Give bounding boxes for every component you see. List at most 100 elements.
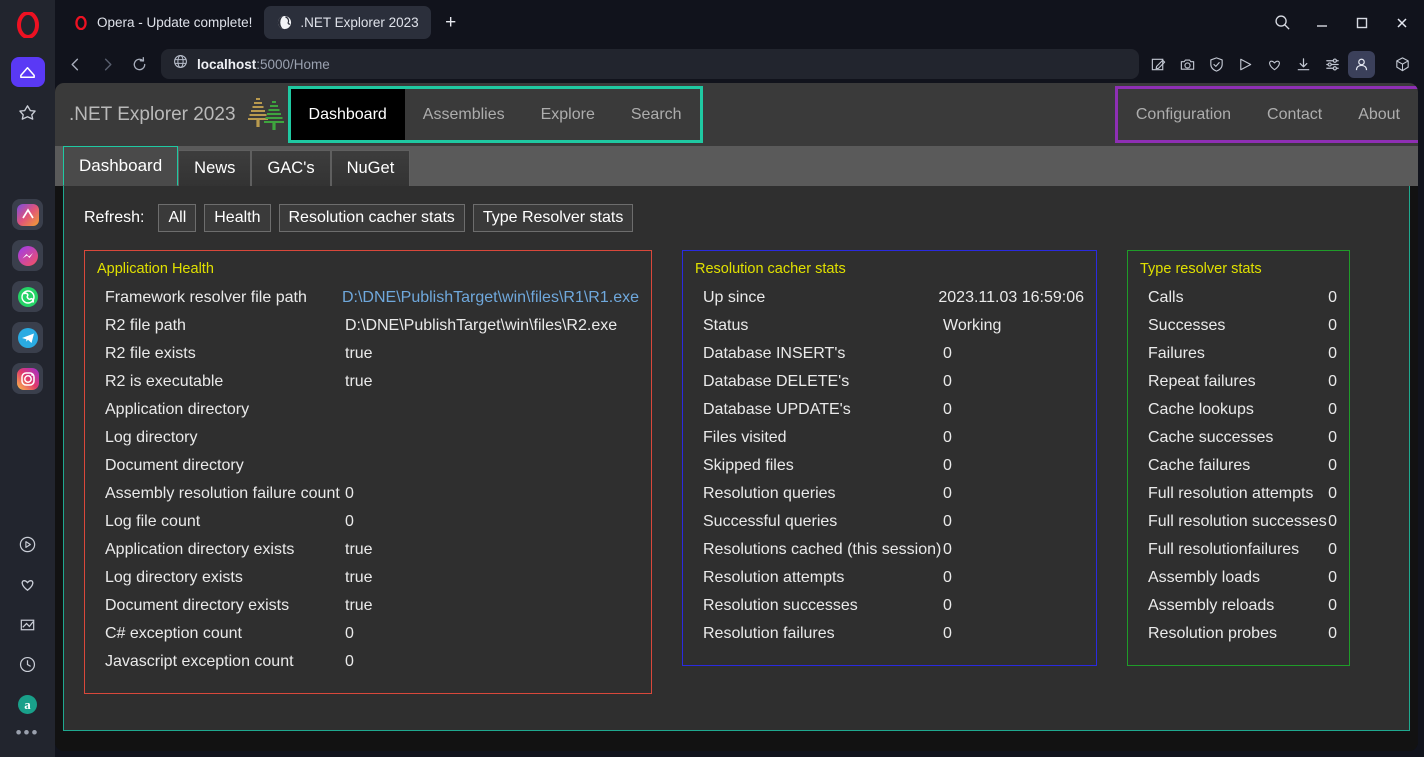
- table-row: Assembly resolution failure count 0: [97, 485, 639, 513]
- table-row: Resolutions cached (this session) 0: [695, 541, 1084, 569]
- table-row: Log directory: [97, 429, 639, 457]
- snapshot-edit-icon[interactable]: [1145, 51, 1172, 78]
- close-icon[interactable]: [1382, 3, 1422, 43]
- row-value: 0: [1328, 625, 1337, 642]
- heart-icon[interactable]: [1261, 51, 1288, 78]
- download-icon[interactable]: [1290, 51, 1317, 78]
- messenger-icon[interactable]: [12, 240, 43, 271]
- row-label: Resolution probes: [1148, 625, 1277, 642]
- table-row: Calls 0: [1140, 289, 1337, 317]
- camera-icon[interactable]: [1174, 51, 1201, 78]
- nav-link-contact[interactable]: Contact: [1249, 89, 1340, 140]
- row-value[interactable]: D:\DNE\PublishTarget\win\files\R1\R1.exe: [342, 289, 639, 307]
- tab-dashboard[interactable]: Dashboard: [63, 146, 179, 186]
- table-row: Database DELETE's 0: [695, 373, 1084, 401]
- tab-gacs[interactable]: GAC's: [251, 150, 331, 186]
- minimize-icon[interactable]: [1302, 3, 1342, 43]
- nav-link-dashboard[interactable]: Dashboard: [290, 89, 405, 140]
- row-value: 0: [943, 485, 952, 502]
- refresh-type-resolver-stats-button[interactable]: Type Resolver stats: [472, 204, 634, 232]
- site-brand[interactable]: .NET Explorer 2023: [55, 90, 288, 139]
- back-icon[interactable]: [59, 49, 91, 79]
- home-icon[interactable]: [10, 57, 45, 87]
- nav-link-explore[interactable]: Explore: [523, 89, 613, 140]
- table-row: Files visited 0: [695, 429, 1084, 457]
- row-value: 0: [1328, 513, 1337, 530]
- row-label: C# exception count: [105, 625, 242, 642]
- row-label: Database UPDATE's: [703, 401, 851, 418]
- ai-assistant-icon[interactable]: [12, 199, 43, 230]
- telegram-icon[interactable]: [12, 322, 43, 353]
- nav-link-configuration[interactable]: Configuration: [1118, 89, 1249, 140]
- new-tab-button[interactable]: +: [437, 9, 465, 37]
- row-label: Cache failures: [1148, 457, 1251, 474]
- opera-logo-icon[interactable]: [11, 8, 45, 42]
- nav-link-about[interactable]: About: [1340, 89, 1418, 140]
- refresh-health-button[interactable]: Health: [204, 204, 271, 232]
- tab-news[interactable]: News: [178, 150, 252, 186]
- opera-logo-icon: [73, 15, 89, 31]
- table-row: Log directory exists true: [97, 569, 639, 597]
- easy-setup-icon[interactable]: [1319, 51, 1346, 78]
- browser-tab-dotnet-explorer[interactable]: .NET Explorer 2023: [264, 6, 431, 39]
- row-label: Document directory: [105, 457, 244, 474]
- browser-address-bar: localhost:5000/Home: [55, 45, 1424, 83]
- nav-link-assemblies[interactable]: Assemblies: [405, 89, 523, 140]
- panel-title: Resolution cacher stats: [695, 261, 846, 277]
- row-label: R2 file path: [105, 317, 186, 334]
- table-row: Successes 0: [1140, 317, 1337, 345]
- row-label: Resolution successes: [703, 597, 858, 614]
- panel-title: Type resolver stats: [1140, 261, 1262, 277]
- nav-link-search[interactable]: Search: [613, 89, 700, 140]
- profile-icon[interactable]: [1348, 50, 1375, 78]
- table-row: Resolution queries 0: [695, 485, 1084, 513]
- row-label: Document directory exists: [105, 597, 290, 614]
- forward-icon[interactable]: [91, 49, 123, 79]
- page-title: .NET Explorer 2023: [69, 103, 236, 125]
- refresh-resolution-cacher-stats-button[interactable]: Resolution cacher stats: [278, 204, 465, 232]
- browser-tab-opera-update[interactable]: Opera - Update complete!: [61, 6, 264, 39]
- row-label: Full resolutionfailures: [1148, 541, 1300, 558]
- table-row: R2 file exists true: [97, 345, 639, 373]
- table-row: Cache successes 0: [1140, 429, 1337, 457]
- panel-rows: Calls 0 Successes 0 Failures 0 Repeat failu…: [1140, 289, 1337, 653]
- search-icon[interactable]: [1262, 3, 1302, 43]
- more-dots-icon[interactable]: •••: [16, 724, 40, 741]
- row-label: Database DELETE's: [703, 373, 850, 390]
- panel-type-resolver-stats: Type resolver stats Calls 0 Successes 0 Fa…: [1127, 250, 1350, 666]
- send-icon[interactable]: [1232, 51, 1259, 78]
- row-value: 0: [943, 625, 952, 642]
- table-row: Resolution attempts 0: [695, 569, 1084, 597]
- heart-icon[interactable]: [11, 569, 45, 599]
- row-value: true: [345, 569, 373, 586]
- table-row: Framework resolver file path D:\DNE\Publi…: [97, 289, 639, 317]
- row-label: Application directory exists: [105, 541, 295, 558]
- url-input[interactable]: localhost:5000/Home: [161, 49, 1139, 79]
- row-label: Application directory: [105, 401, 250, 418]
- row-label: Successful queries: [703, 513, 838, 530]
- stats-panels: Application Health Framework resolver fi…: [64, 232, 1409, 694]
- shield-icon[interactable]: [1203, 51, 1230, 78]
- url-path: :5000/Home: [256, 56, 330, 72]
- browser-tab-title: Opera - Update complete!: [97, 15, 253, 30]
- history-icon[interactable]: [11, 649, 45, 679]
- tab-nuget[interactable]: NuGet: [330, 150, 411, 186]
- panel-rows: Up since 2023.11.03 16:59:06 Status Workin…: [695, 289, 1084, 653]
- pinboard-icon[interactable]: [11, 609, 45, 639]
- maximize-icon[interactable]: [1342, 3, 1382, 43]
- reload-icon[interactable]: [123, 49, 155, 79]
- window-controls: [1262, 0, 1422, 45]
- favorites-star-icon[interactable]: [11, 97, 45, 127]
- table-row: Resolution probes 0: [1140, 625, 1337, 653]
- whatsapp-icon[interactable]: [12, 281, 43, 312]
- player-icon[interactable]: [11, 529, 45, 559]
- table-row: Javascript exception count 0: [97, 653, 639, 681]
- row-label: Cache lookups: [1148, 401, 1254, 418]
- row-label: Resolutions cached (this session): [703, 541, 942, 558]
- table-row: C# exception count 0: [97, 625, 639, 653]
- amazon-icon[interactable]: a: [11, 689, 45, 719]
- package-icon[interactable]: [1389, 51, 1416, 78]
- instagram-icon[interactable]: [12, 363, 43, 394]
- refresh-all-button[interactable]: All: [158, 204, 197, 232]
- row-value: 0: [943, 457, 952, 474]
